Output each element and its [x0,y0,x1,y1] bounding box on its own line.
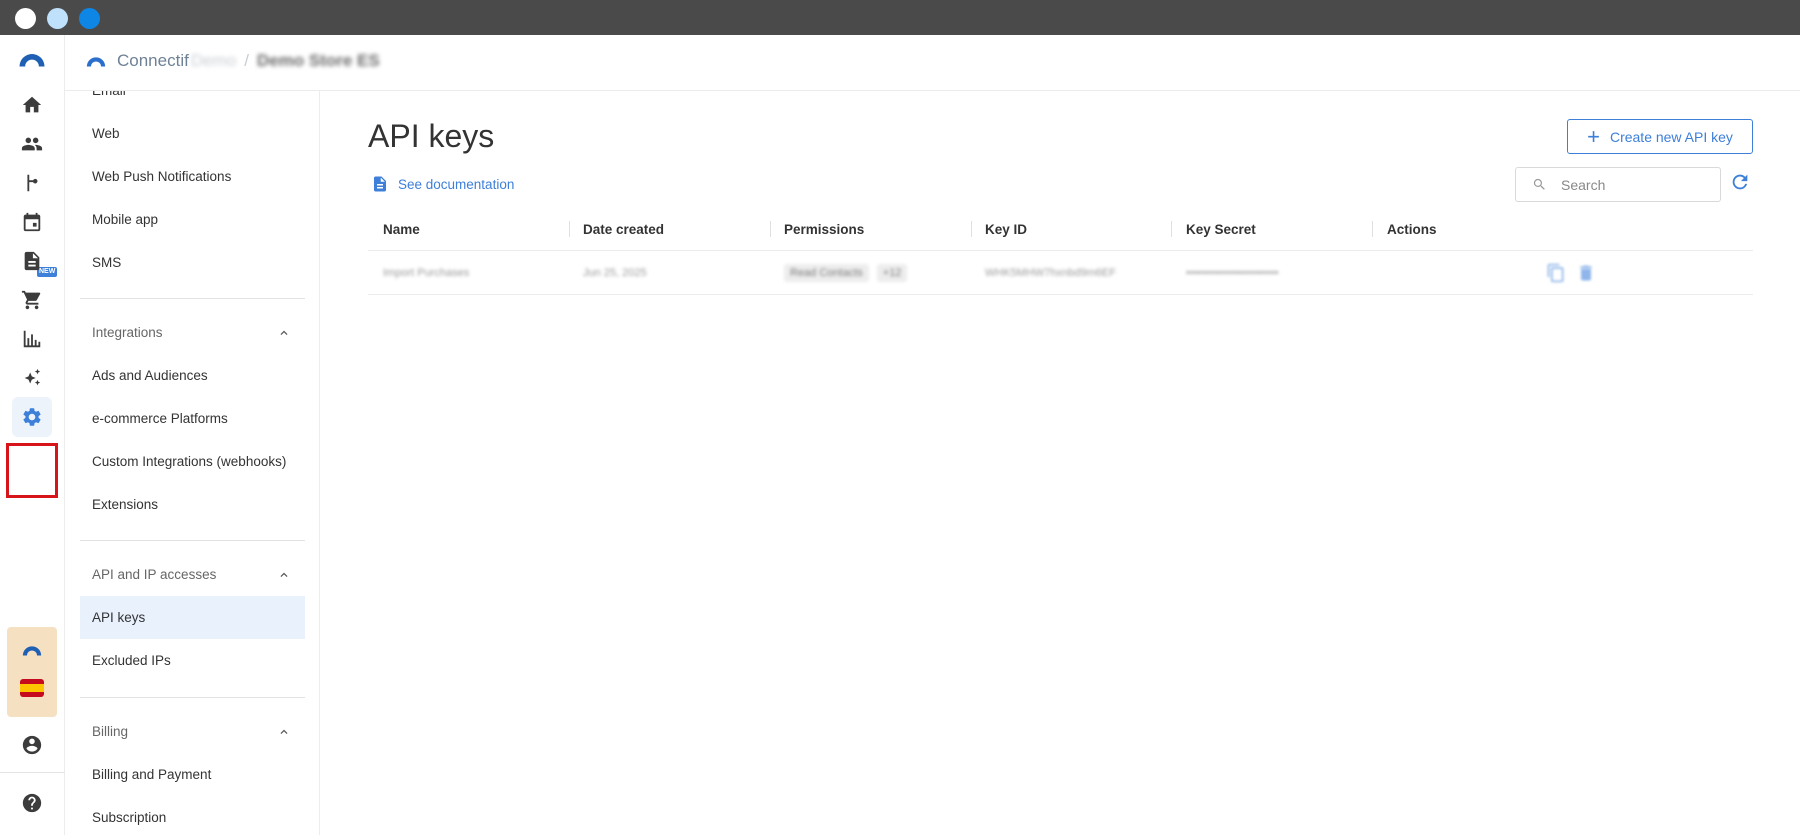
icon-rail: NEW [0,35,65,835]
cart-icon[interactable] [12,280,52,320]
contacts-icon[interactable] [12,124,52,164]
account-icon[interactable] [12,725,52,765]
column-divider [569,221,570,237]
calendar-icon[interactable] [12,202,52,242]
account-name[interactable]: Demo [191,51,236,71]
nav-section-integrations[interactable]: Integrations [80,311,305,354]
column-header-key-secret[interactable]: Key Secret [1186,207,1256,251]
spain-flag-icon [20,679,44,697]
nav-item-web[interactable]: Web [80,112,305,155]
nav-item-web-push[interactable]: Web Push Notifications [80,155,305,198]
search-input[interactable] [1561,176,1711,193]
main-content: API keys See documentation + Create new … [321,91,1800,835]
breadcrumb: Connectif Demo / Demo Store ES [85,50,380,72]
nav-item-mobile-app[interactable]: Mobile app [80,198,305,241]
settings-highlight-box [6,443,58,498]
nav-item-ecommerce-platforms[interactable]: e-commerce Platforms [80,397,305,440]
nav-item-excluded-ips[interactable]: Excluded IPs [80,639,305,682]
row-key-id: WHK5MHW7hxnbd9m6EF [985,267,1116,279]
window-maximize-button[interactable] [79,8,100,29]
refresh-icon[interactable] [1729,171,1753,195]
api-keys-table: Name Date created Permissions Key ID Key… [368,207,1753,295]
store-logo-icon [19,639,45,666]
create-button-label: Create new API key [1609,128,1733,145]
table-row[interactable]: Import Purchases Jun 25, 2025 Read Conta… [368,251,1753,295]
document-icon[interactable] [12,241,52,281]
table-header: Name Date created Permissions Key ID Key… [368,207,1753,251]
column-divider [1171,221,1172,237]
nav-item-api-keys[interactable]: API keys [80,596,305,639]
nav-item-sms[interactable]: SMS [80,241,305,284]
window-close-button[interactable] [15,8,36,29]
column-divider [1372,221,1373,237]
copy-icon[interactable] [1546,262,1566,284]
nav-item-billing-payment[interactable]: Billing and Payment [80,753,305,796]
nav-divider [80,540,305,541]
create-api-key-button[interactable]: + Create new API key [1567,119,1753,154]
column-header-name[interactable]: Name [383,207,420,251]
column-divider [770,221,771,237]
breadcrumb-separator: / [244,51,249,70]
search-icon [1533,178,1545,190]
permission-chip: Read Contacts [784,264,869,282]
window-titlebar [0,0,1800,35]
nav-item-extensions[interactable]: Extensions [80,483,305,526]
brand-name[interactable]: Connectif [117,51,189,71]
settings-icon[interactable] [12,397,52,437]
nav-section-api[interactable]: API and IP accesses [80,553,305,596]
home-icon[interactable] [12,85,52,125]
top-header: Connectif Demo / Demo Store ES [65,35,1800,91]
window-minimize-button[interactable] [47,8,68,29]
column-header-permissions[interactable]: Permissions [784,207,864,251]
ai-sparkle-icon[interactable] [12,358,52,398]
nav-section-title: Integrations [92,325,163,340]
settings-subnav: Email Web Web Push Notifications Mobile … [65,91,320,835]
column-header-actions: Actions [1387,221,1437,237]
plus-icon: + [1587,123,1600,149]
chevron-up-icon [280,729,288,734]
see-documentation-link[interactable]: See documentation [371,174,514,194]
rail-divider [0,772,65,773]
search-box [1515,167,1721,202]
nav-section-billing[interactable]: Billing [80,710,305,753]
nav-item-ads-audiences[interactable]: Ads and Audiences [80,354,305,397]
nav-item-subscription[interactable]: Subscription [80,796,305,835]
nav-section-title: API and IP accesses [92,567,217,582]
nav-divider [80,697,305,698]
column-divider [971,221,972,237]
row-actions [1546,251,1606,295]
connectif-logo-icon[interactable] [12,39,52,79]
row-key-secret: •••••••••••••••••••••••• [1186,267,1279,279]
workflow-icon[interactable] [12,163,52,203]
nav-divider [80,298,305,299]
row-date-created: Jun 25, 2025 [583,267,647,279]
column-header-key-id[interactable]: Key ID [985,207,1027,251]
nav-item-custom-integrations[interactable]: Custom Integrations (webhooks) [80,440,305,483]
page-title: API keys [368,118,495,154]
document-icon [374,176,386,192]
row-name: Import Purchases [383,267,470,279]
reports-icon[interactable] [12,319,52,359]
store-switcher[interactable] [7,627,57,717]
nav-item-email[interactable]: Email [80,91,305,112]
doc-link-label: See documentation [398,176,515,192]
store-name[interactable]: Demo Store ES [257,51,380,71]
chevron-up-icon [280,330,288,335]
help-icon[interactable] [12,783,52,823]
column-header-date-created[interactable]: Date created [583,207,664,251]
connectif-brand-icon [86,57,106,67]
chevron-up-icon [280,572,288,577]
permission-more-chip[interactable]: +12 [876,264,908,282]
row-permissions: Read Contacts +12 [784,251,915,295]
delete-icon[interactable] [1576,262,1596,284]
nav-section-title: Billing [92,724,129,739]
